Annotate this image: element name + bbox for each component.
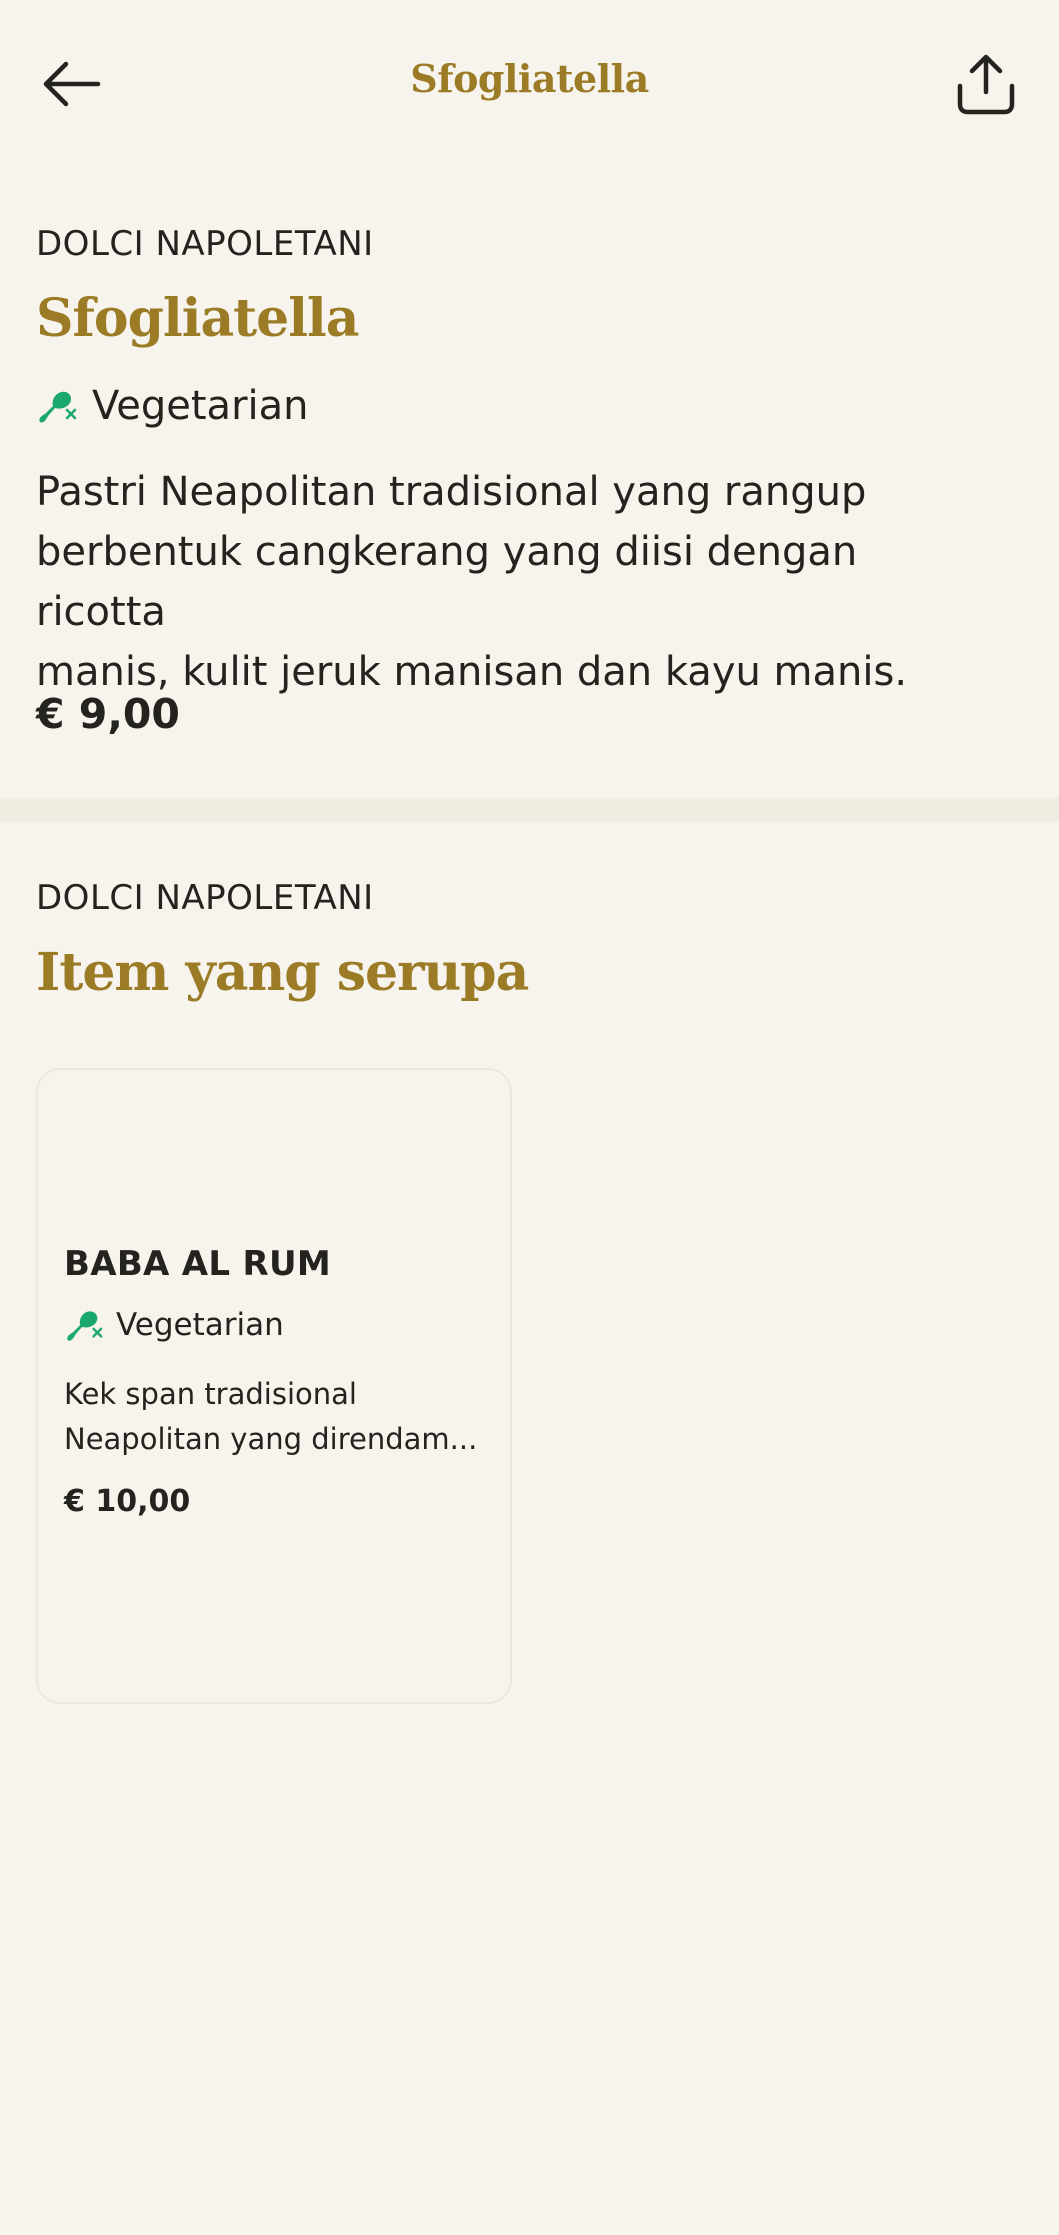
top-bar: Sfogliatella — [0, 0, 1059, 170]
diet-badge: Vegetarian — [36, 383, 308, 429]
description-line: manis, kulit jeruk manisan dan kayu mani… — [36, 649, 908, 695]
diet-label: Vegetarian — [116, 1307, 284, 1343]
product-category: DOLCI NAPOLETANI — [36, 224, 374, 264]
no-meat-icon — [67, 1311, 103, 1341]
item-name: BABA AL RUM — [64, 1244, 332, 1284]
description-line: Neapolitan yang direndam... — [64, 1422, 478, 1456]
section-divider — [0, 798, 1059, 822]
similar-category: DOLCI NAPOLETANI — [36, 878, 374, 918]
product-description: Pastri Neapolitan tradisional yang rangu… — [36, 462, 996, 702]
diet-label: Vegetarian — [92, 383, 309, 429]
similar-item-card[interactable]: BABA AL RUM Vegetarian Kek span tradisio… — [36, 1068, 512, 1704]
product-detail: DOLCI NAPOLETANI Sfogliatella Vegetarian… — [0, 200, 1059, 798]
header-title: Sfogliatella — [410, 56, 649, 101]
product-title: Sfogliatella — [36, 288, 359, 349]
description-line: Kek span tradisional — [64, 1377, 357, 1411]
no-meat-icon — [39, 391, 77, 423]
description-line: Pastri Neapolitan tradisional yang rangu… — [36, 469, 867, 515]
item-description: Kek span tradisional Neapolitan yang dir… — [64, 1372, 494, 1462]
similar-heading: Item yang serupa — [36, 942, 529, 1003]
product-price: € 9,00 — [36, 690, 180, 738]
diet-badge: Vegetarian — [64, 1306, 284, 1344]
item-price: € 10,00 — [64, 1484, 191, 1519]
share-upload-icon — [957, 54, 1015, 115]
description-line: berbentuk cangkerang yang diisi dengan r… — [36, 529, 858, 635]
similar-items-section: DOLCI NAPOLETANI Item yang serupa BABA A… — [0, 822, 1059, 1722]
share-button[interactable] — [948, 46, 1024, 122]
